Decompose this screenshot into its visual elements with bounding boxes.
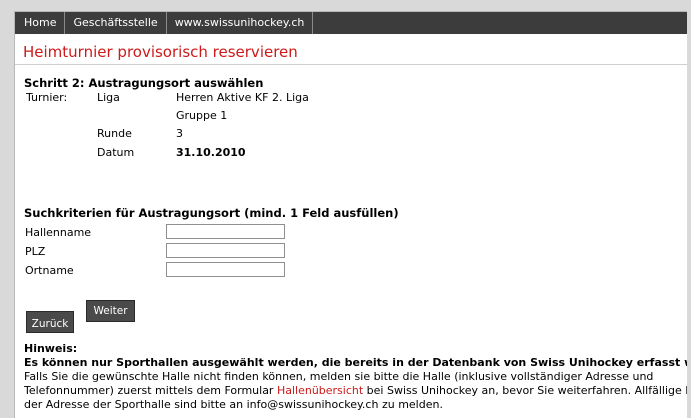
title-divider [15, 64, 687, 65]
hint-line-3: der Adresse der Sporthalle sind bitte an… [24, 398, 443, 411]
step-heading: Schritt 2: Austragungsort auswählen [24, 76, 264, 90]
nav-item-home[interactable]: Home [15, 12, 66, 34]
liga-value: Herren Aktive KF 2. Liga [176, 91, 309, 104]
hint-bold-text: Es können nur Sporthallen ausgewählt wer… [24, 356, 687, 369]
plz-label: PLZ [25, 245, 46, 258]
datum-value: 31.10.2010 [176, 146, 246, 159]
search-heading: Suchkriterien für Austragungsort (mind. … [24, 206, 399, 220]
hint-line-2-after: bei Swiss Unihockey an, bevor Sie weiter… [366, 384, 687, 397]
nav-item-swissunihockey[interactable]: www.swissunihockey.ch [167, 12, 314, 34]
hallenname-input[interactable] [166, 224, 285, 239]
page-title: Heimturnier provisorisch reservieren [23, 43, 298, 61]
page-container: Home Geschäftsstelle www.swissunihockey.… [14, 11, 687, 418]
runde-value: 3 [176, 127, 183, 140]
hint-title: Hinweis: [24, 342, 78, 355]
top-navigation-bar: Home Geschäftsstelle www.swissunihockey.… [15, 12, 687, 34]
liga-label: Liga [97, 91, 120, 104]
next-button[interactable]: Weiter [86, 300, 135, 322]
datum-label: Datum [97, 146, 135, 159]
hallenuebersicht-link[interactable]: Hallenübersicht [277, 384, 363, 397]
hint-line-2-before: Telefonnummer) zuerst mittels dem Formul… [24, 384, 277, 397]
ortname-input[interactable] [166, 262, 285, 277]
turnier-label: Turnier: [26, 91, 68, 104]
runde-label: Runde [97, 127, 132, 140]
hallenname-label: Hallenname [25, 226, 92, 239]
nav-item-geschaeftsstelle[interactable]: Geschäftsstelle [65, 12, 167, 34]
back-button[interactable]: Zurück [26, 311, 74, 333]
hint-line-2: Telefonnummer) zuerst mittels dem Formul… [24, 384, 687, 397]
ortname-label: Ortname [25, 264, 74, 277]
gruppe-value: Gruppe 1 [176, 109, 228, 122]
hint-line-1: Falls Sie die gewünschte Halle nicht fin… [24, 370, 654, 383]
plz-input[interactable] [166, 243, 285, 258]
